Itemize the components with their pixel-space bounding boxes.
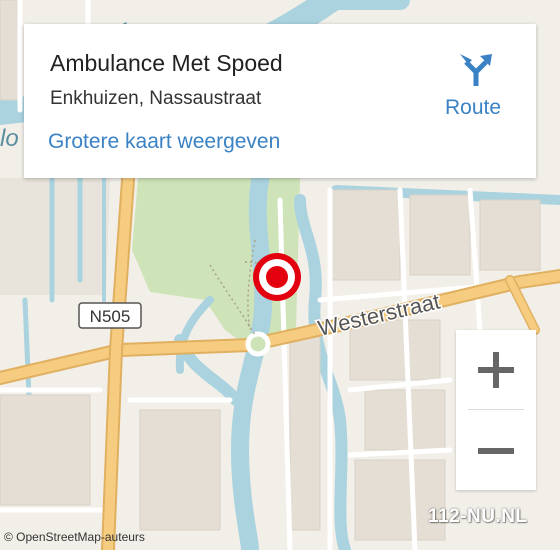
road-badge-n505: N505: [78, 302, 142, 329]
incident-location: Enkhuizen, Nassaustraat: [50, 88, 262, 109]
watermark-logo: 112-NU.NL: [428, 506, 528, 527]
roundabout: [245, 331, 271, 357]
zoom-out-button[interactable]: [456, 411, 536, 490]
zoom-control: [456, 330, 536, 490]
map-attribution[interactable]: © OpenStreetMap-auteurs: [4, 530, 145, 544]
plus-icon: [478, 352, 514, 388]
route-label: Route: [444, 96, 502, 119]
route-button[interactable]: Route: [428, 48, 518, 126]
incident-title: Ambulance Met Spoed: [50, 50, 283, 76]
svg-text:N505: N505: [90, 307, 131, 326]
info-card: Ambulance Met Spoed Enkhuizen, Nassaustr…: [24, 24, 536, 178]
minus-icon: [478, 448, 514, 454]
location-pin-icon[interactable]: [253, 253, 301, 301]
built-area: [0, 178, 110, 295]
zoom-divider: [468, 409, 524, 410]
water-label-left: lo: [0, 125, 19, 152]
zoom-in-button[interactable]: [456, 330, 536, 409]
larger-map-link[interactable]: Grotere kaart weergeven: [48, 130, 280, 154]
route-directions-icon: [460, 54, 492, 86]
